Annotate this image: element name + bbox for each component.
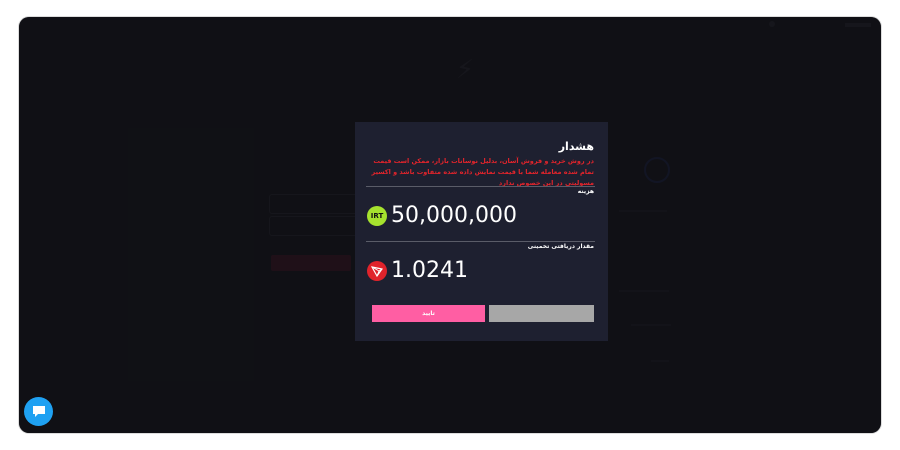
divider — [366, 241, 595, 242]
cost-row: IRT 50,000,000 — [367, 204, 517, 228]
tron-icon — [367, 261, 387, 281]
confirm-button[interactable]: تایید — [372, 305, 485, 322]
estimate-row: 1.0241 — [367, 259, 468, 283]
estimate-label: مقدار دریافتی تخمینی — [527, 243, 594, 250]
app-window: ⚡ هشدار در روش خرید و فروش آسان، بدلیل ن… — [19, 17, 881, 433]
cost-amount: 50,000,000 — [391, 203, 517, 228]
divider — [366, 186, 595, 187]
chat-button[interactable] — [24, 397, 53, 426]
cost-label: هزینه — [577, 188, 594, 195]
warning-message: در روش خرید و فروش آسان، بدلیل نوسانات ب… — [371, 157, 594, 187]
chat-icon — [32, 406, 45, 417]
cancel-button[interactable] — [489, 305, 594, 322]
irt-currency-icon: IRT — [367, 206, 387, 226]
estimate-amount: 1.0241 — [391, 258, 468, 283]
dialog-title: هشدار — [558, 140, 594, 153]
warning-dialog: هشدار در روش خرید و فروش آسان، بدلیل نوس… — [355, 122, 608, 341]
